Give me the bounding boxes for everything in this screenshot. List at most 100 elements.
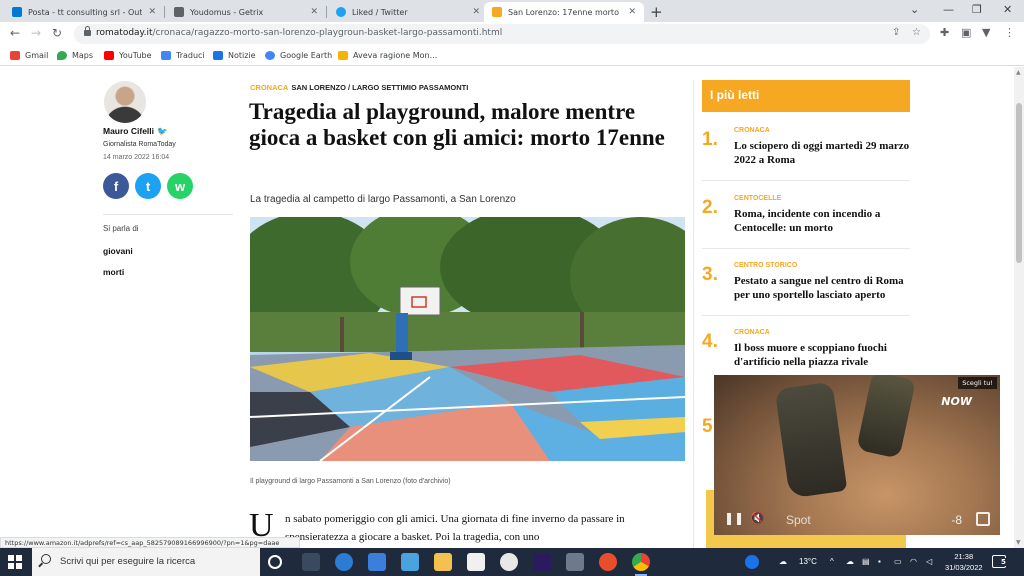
tab-getrix[interactable]: Youdomus - Getrix ✕ xyxy=(166,2,326,22)
side-panel-icon[interactable]: ▣ xyxy=(961,26,971,39)
whatsapp-share-button[interactable]: w xyxy=(167,173,193,199)
close-icon[interactable]: ✕ xyxy=(148,7,156,17)
tray-icon[interactable]: ▤ xyxy=(862,557,870,566)
taskbar-search[interactable]: Scrivi qui per eseguire la ricerca xyxy=(32,548,260,576)
article-headline: Tragedia al playground, malore mentre gi… xyxy=(249,99,665,150)
maximize-button[interactable]: ❐ xyxy=(972,3,982,16)
app-icon[interactable] xyxy=(566,553,584,571)
volume-icon[interactable]: ◁ xyxy=(926,557,932,566)
store-icon[interactable] xyxy=(368,553,386,571)
item-divider xyxy=(702,248,910,249)
close-icon[interactable]: ✕ xyxy=(310,7,318,17)
bookmark-traduci[interactable]: Traduci xyxy=(161,51,205,60)
gmail-icon xyxy=(10,51,20,60)
bookmark-notizie[interactable]: Notizie xyxy=(213,51,256,60)
close-window-button[interactable]: ✕ xyxy=(1003,3,1012,16)
mail-icon[interactable] xyxy=(401,553,419,571)
romatoday-icon xyxy=(492,7,502,17)
browser-toolbar: ← → ↻ romatoday.it/cronaca/ragazzo-morto… xyxy=(0,22,1024,46)
tab-separator xyxy=(164,6,165,18)
bookmark-youtube[interactable]: YouTube xyxy=(104,51,152,60)
reload-button[interactable]: ↻ xyxy=(52,26,62,40)
pause-icon[interactable]: ❚❚ xyxy=(724,511,744,525)
skip-ad-button[interactable]: Scegli tu! xyxy=(958,377,997,389)
tab-search-icon[interactable]: ⌄ xyxy=(910,3,919,16)
bookmark-page-icon xyxy=(338,51,348,60)
tray-icon[interactable]: ▪ xyxy=(878,557,881,566)
page-scrollbar[interactable]: ▲ ▼ xyxy=(1014,67,1024,548)
notification-count: 5 xyxy=(1000,558,1007,566)
windows-taskbar: Scrivi qui per eseguire la ricerca ☁ 13°… xyxy=(0,548,1024,576)
minimize-button[interactable]: — xyxy=(943,3,954,16)
getrix-icon xyxy=(174,7,184,17)
topics-label: Si parla di xyxy=(103,224,139,233)
chrome-icon[interactable] xyxy=(632,553,650,576)
article-photo[interactable] xyxy=(250,217,685,461)
extensions-icon[interactable]: ✚ xyxy=(940,26,949,39)
edge-icon[interactable] xyxy=(335,553,353,571)
author-avatar[interactable] xyxy=(104,81,146,123)
tab-outlook[interactable]: Posta - tt consulting srl - Outlook ✕ xyxy=(4,2,164,22)
close-icon[interactable]: ✕ xyxy=(472,7,480,17)
scroll-down-icon[interactable]: ▼ xyxy=(1016,539,1021,546)
mute-icon[interactable]: 🔇 xyxy=(750,511,765,525)
help-icon[interactable] xyxy=(745,555,759,569)
tab-romatoday[interactable]: San Lorenzo: 17enne morto mentre ✕ xyxy=(484,2,644,22)
close-icon[interactable]: ✕ xyxy=(628,7,636,17)
tab-strip: Posta - tt consulting srl - Outlook ✕ Yo… xyxy=(0,0,1024,22)
bookmark-google-earth[interactable]: Google Earth xyxy=(265,51,332,60)
category-link[interactable]: CRONACA xyxy=(250,83,288,92)
topic-link-giovani[interactable]: giovani xyxy=(103,246,133,256)
menu-icon[interactable]: ⋮ xyxy=(1004,26,1015,39)
new-tab-button[interactable]: + xyxy=(650,3,663,21)
url-text[interactable]: romatoday.it/cronaca/ragazzo-morto-san-l… xyxy=(96,28,502,38)
task-view-icon[interactable] xyxy=(302,553,320,571)
video-ad-player[interactable]: Scegli tu! NOW ❚❚ 🔇 Spot -8 xyxy=(714,375,1000,535)
cortana-icon[interactable] xyxy=(268,555,282,569)
profile-icon[interactable]: ▼ xyxy=(982,26,990,39)
now-logo: NOW xyxy=(941,395,972,408)
file-explorer-icon[interactable] xyxy=(434,553,452,571)
scroll-thumb[interactable] xyxy=(1016,103,1022,263)
scroll-up-icon[interactable]: ▲ xyxy=(1016,69,1021,76)
network-icon[interactable]: ◠ xyxy=(910,557,917,566)
bookmark-maps[interactable]: Maps xyxy=(57,51,93,60)
bookmark-aveva-ragione[interactable]: Aveva ragione Mon... xyxy=(338,51,437,60)
twitter-verified-icon[interactable]: 🐦 xyxy=(157,126,168,136)
news-icon xyxy=(213,51,223,60)
fullscreen-icon[interactable] xyxy=(976,512,990,526)
onedrive-icon[interactable]: ☁ xyxy=(846,557,854,566)
tab-twitter[interactable]: Liked / Twitter ✕ xyxy=(328,2,488,22)
forward-button[interactable]: → xyxy=(31,26,41,40)
weather-icon[interactable]: ☁ xyxy=(779,557,787,566)
windows-start-icon[interactable] xyxy=(8,555,22,569)
battery-icon[interactable]: ▭ xyxy=(894,557,902,566)
link-status-bar: https://www.amazon.it/adprefs/ref=cs_aap… xyxy=(0,537,300,548)
author-name[interactable]: Mauro Cifelli 🐦 xyxy=(103,126,168,137)
facebook-share-button[interactable]: f xyxy=(103,173,129,199)
youtube-icon xyxy=(104,51,114,60)
temperature[interactable]: 13°C xyxy=(799,557,817,566)
most-read-title: I più letti xyxy=(702,80,910,112)
app-icon[interactable] xyxy=(500,553,518,571)
ad-label: Spot xyxy=(786,513,811,527)
twitter-share-button[interactable]: t xyxy=(135,173,161,199)
tray-overflow-icon[interactable]: ^ xyxy=(830,557,834,566)
outlook-icon xyxy=(12,7,22,17)
share-icon[interactable]: ⇪ xyxy=(892,27,900,38)
back-button[interactable]: ← xyxy=(10,26,20,40)
translate-icon xyxy=(161,51,171,60)
amazon-icon[interactable] xyxy=(467,553,485,571)
app-icon[interactable] xyxy=(599,553,617,571)
author-role: Giornalista RomaToday xyxy=(103,141,176,148)
sidebar-divider xyxy=(103,214,233,215)
ad-countdown: -8 xyxy=(951,513,962,527)
address-bar[interactable]: romatoday.it/cronaca/ragazzo-morto-san-l… xyxy=(74,24,930,44)
lock-icon xyxy=(84,26,91,37)
bookmark-gmail[interactable]: Gmail xyxy=(10,51,48,60)
bookmark-star-icon[interactable]: ☆ xyxy=(912,27,921,38)
location-link[interactable]: SAN LORENZO / LARGO SETTIMIO PASSAMONTI xyxy=(291,83,468,92)
premiere-icon[interactable] xyxy=(533,553,551,571)
topic-link-morti[interactable]: morti xyxy=(103,267,124,277)
system-clock[interactable]: 21:38 31/03/2022 xyxy=(945,551,983,573)
